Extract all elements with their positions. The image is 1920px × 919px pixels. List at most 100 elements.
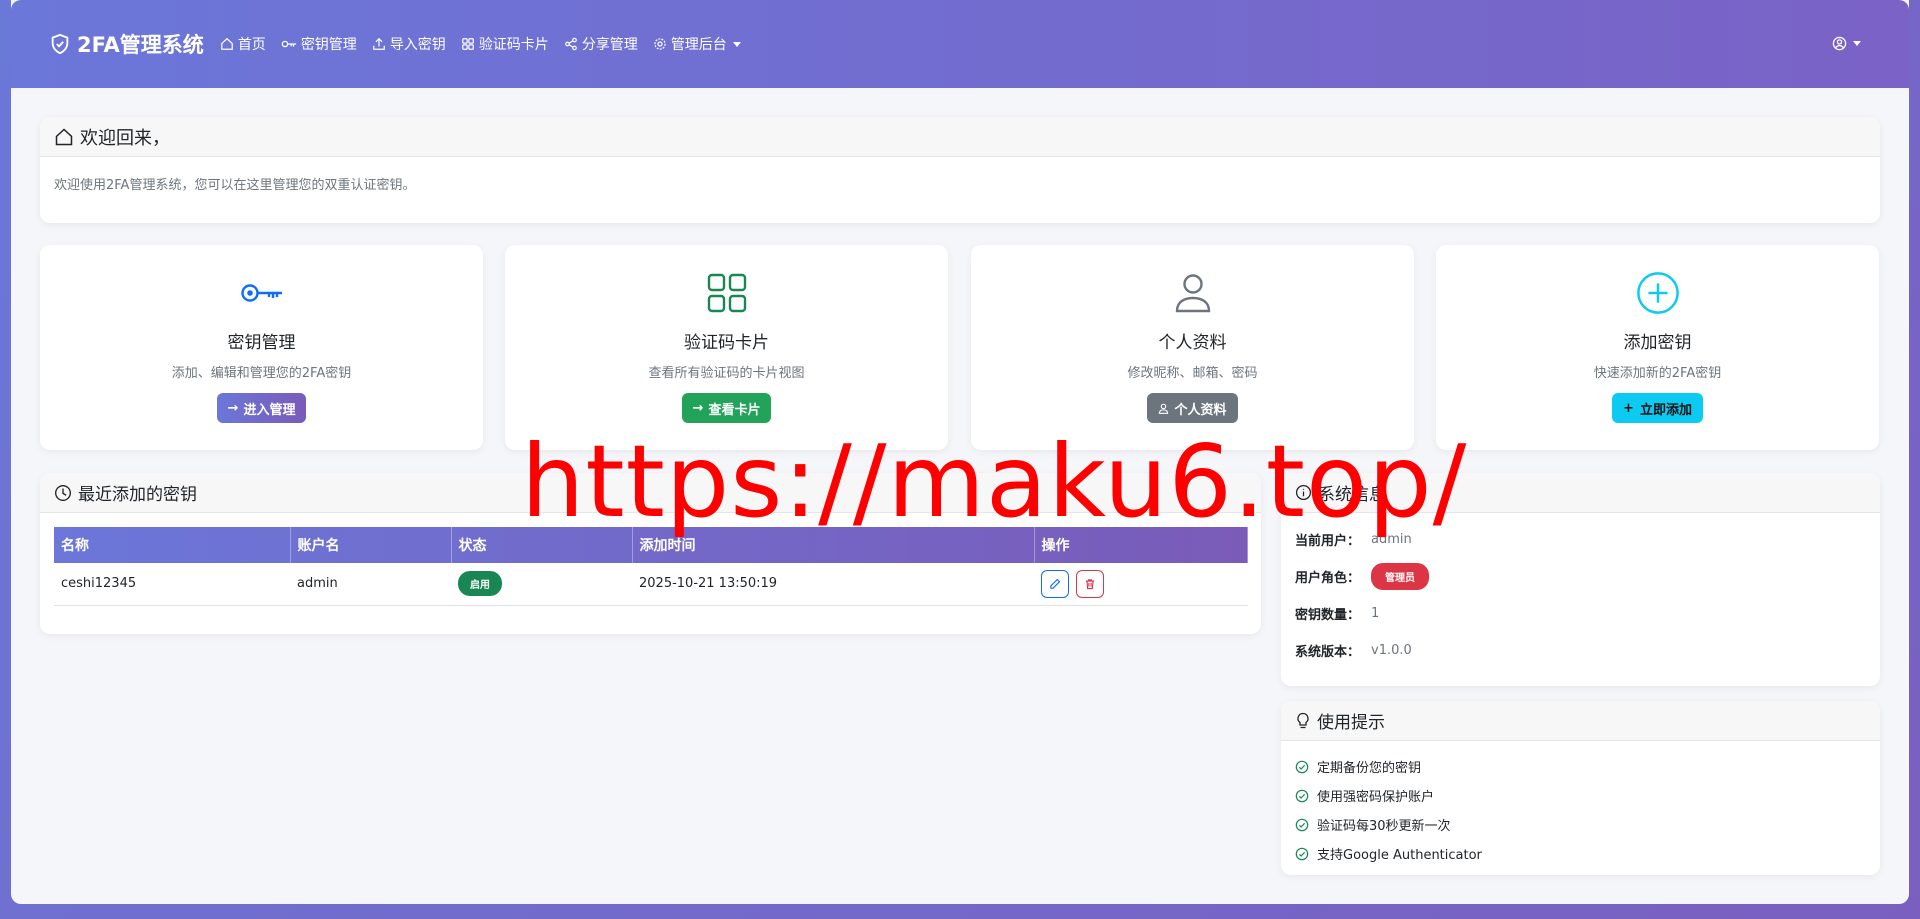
tip-item: 验证码每30秒更新一次 — [1281, 810, 1880, 839]
nav-label: 分享管理 — [581, 37, 638, 53]
home-icon — [55, 127, 73, 145]
lightbulb-icon — [1297, 712, 1309, 728]
tips-header: 使用提示 — [1281, 701, 1880, 741]
nav-item-cards[interactable]: 验证码卡片 — [461, 34, 549, 54]
upload-icon — [372, 37, 385, 50]
table-row: ceshi12345 admin 启用 2025-10-21 13:50:19 — [54, 563, 1248, 606]
nav-item-admin[interactable]: 管理后台 — [653, 34, 741, 54]
tip-text: 使用强密码保护账户 — [1317, 790, 1435, 805]
main-nav: 首页 密钥管理 导入密钥 验证码卡片 分享管理 管理后台 — [220, 34, 756, 54]
key-icon — [240, 271, 284, 315]
home-icon — [220, 37, 233, 50]
check-circle-icon — [1295, 789, 1309, 802]
key-icon — [281, 40, 296, 48]
nav-item-keys[interactable]: 密钥管理 — [281, 34, 357, 54]
feature-card-profile: 个人资料 修改昵称、邮箱、密码 个人资料 — [971, 245, 1414, 450]
button-label: 个人资料 — [1174, 402, 1227, 418]
grid-icon — [461, 38, 474, 50]
edit-button[interactable] — [1041, 569, 1069, 598]
nav-label: 导入密钥 — [389, 37, 446, 53]
check-circle-icon — [1295, 760, 1309, 773]
delete-button[interactable] — [1076, 569, 1105, 598]
nav-label: 管理后台 — [670, 37, 727, 53]
feature-card-keys: 密钥管理 添加、编辑和管理您的2FA密钥 → 进入管理 — [40, 245, 483, 450]
feature-desc: 快速添加新的2FA密钥 — [1593, 366, 1722, 381]
tip-text: 支持Google Authenticator — [1317, 848, 1482, 863]
tip-item: 支持Google Authenticator — [1281, 839, 1880, 868]
cell-time: 2025-10-21 13:50:19 — [632, 563, 1034, 606]
recent-keys-title: 最近添加的密钥 — [78, 485, 197, 505]
button-label: 立即添加 — [1639, 402, 1692, 418]
arrow-right-icon: → — [227, 400, 239, 416]
user-circle-icon — [1832, 36, 1847, 51]
cell-name: ceshi12345 — [54, 563, 290, 606]
brand[interactable]: 2FA管理系统 — [49, 29, 204, 59]
info-row-count: 密钥数量： 1 — [1281, 595, 1880, 632]
feature-title: 个人资料 — [1158, 333, 1227, 353]
plus-circle-icon — [1636, 271, 1680, 315]
check-circle-icon — [1295, 818, 1309, 831]
nav-label: 首页 — [237, 37, 266, 53]
person-icon — [1171, 271, 1215, 315]
nav-label: 密钥管理 — [300, 37, 357, 53]
button-label: 查看卡片 — [708, 402, 761, 418]
enter-management-button[interactable]: → 进入管理 — [216, 393, 307, 423]
feature-title: 添加密钥 — [1623, 333, 1692, 353]
info-row-version: 系统版本： v1.0.0 — [1281, 632, 1880, 669]
grid-icon — [705, 271, 749, 315]
tips-title: 使用提示 — [1317, 713, 1385, 733]
feature-title: 验证码卡片 — [684, 333, 769, 353]
user-menu[interactable] — [1832, 36, 1861, 51]
tip-text: 验证码每30秒更新一次 — [1317, 819, 1451, 834]
cell-status: 启用 — [451, 563, 632, 606]
app-frame: 2FA管理系统 首页 密钥管理 导入密钥 验证码卡片 分享管理 管理后台 欢迎回… — [11, 0, 1909, 904]
cell-account: admin — [290, 563, 451, 606]
welcome-title: 欢迎回来， — [80, 127, 170, 149]
role-badge: 管理员 — [1371, 563, 1429, 590]
chevron-down-icon — [1853, 41, 1861, 46]
navbar: 2FA管理系统 首页 密钥管理 导入密钥 验证码卡片 分享管理 管理后台 — [11, 0, 1909, 88]
gear-icon — [654, 38, 666, 50]
welcome-text: 欢迎使用2FA管理系统，您可以在这里管理您的双重认证密钥。 — [54, 178, 416, 193]
view-cards-button[interactable]: → 查看卡片 — [681, 393, 772, 423]
nav-label: 验证码卡片 — [478, 37, 549, 53]
profile-button[interactable]: 个人资料 — [1147, 393, 1238, 423]
welcome-header: 欢迎回来， — [40, 117, 1880, 157]
trash-icon — [1086, 579, 1095, 589]
cell-actions — [1034, 563, 1248, 606]
column-header-account: 账户名 — [290, 527, 452, 563]
status-badge: 启用 — [458, 571, 502, 597]
clock-icon — [55, 484, 71, 501]
info-row-role: 用户角色： 管理员 — [1281, 558, 1880, 595]
pencil-icon — [1050, 578, 1061, 589]
button-label: 进入管理 — [243, 402, 296, 418]
feature-desc: 查看所有验证码的卡片视图 — [648, 366, 805, 381]
info-key: 用户角色： — [1295, 571, 1361, 586]
feature-card-add: 添加密钥 快速添加新的2FA密钥 + 立即添加 — [1436, 245, 1879, 450]
column-header-name: 名称 — [54, 527, 291, 563]
person-icon — [1159, 403, 1169, 414]
feature-desc: 修改昵称、邮箱、密码 — [1127, 366, 1258, 381]
share-icon — [564, 37, 577, 51]
nav-item-import[interactable]: 导入密钥 — [372, 34, 446, 54]
chevron-down-icon — [732, 41, 741, 47]
add-now-button[interactable]: + 立即添加 — [1612, 393, 1703, 423]
feature-card-cards: 验证码卡片 查看所有验证码的卡片视图 → 查看卡片 — [505, 245, 948, 450]
info-key: 密钥数量： — [1295, 608, 1361, 623]
tips-card: 使用提示 定期备份您的密钥 使用强密码保护账户 验证码每30秒更新一次 支持Go… — [1281, 701, 1880, 875]
brand-name: 2FA管理系统 — [77, 33, 204, 57]
tip-item: 定期备份您的密钥 — [1281, 752, 1880, 781]
plus-icon: + — [1623, 400, 1634, 416]
info-value: 1 — [1371, 606, 1380, 621]
nav-item-share[interactable]: 分享管理 — [564, 34, 638, 54]
check-circle-icon — [1295, 847, 1309, 860]
nav-item-home[interactable]: 首页 — [220, 34, 266, 54]
watermark-url: https://maku6.top/ — [521, 423, 1468, 540]
info-key: 系统版本： — [1295, 645, 1361, 660]
tip-item: 使用强密码保护账户 — [1281, 781, 1880, 810]
tip-text: 定期备份您的密钥 — [1317, 761, 1422, 776]
shield-icon — [51, 33, 69, 55]
welcome-card: 欢迎回来， 欢迎使用2FA管理系统，您可以在这里管理您的双重认证密钥。 — [40, 117, 1880, 223]
feature-title: 密钥管理 — [227, 333, 296, 353]
feature-desc: 添加、编辑和管理您的2FA密钥 — [171, 366, 352, 381]
